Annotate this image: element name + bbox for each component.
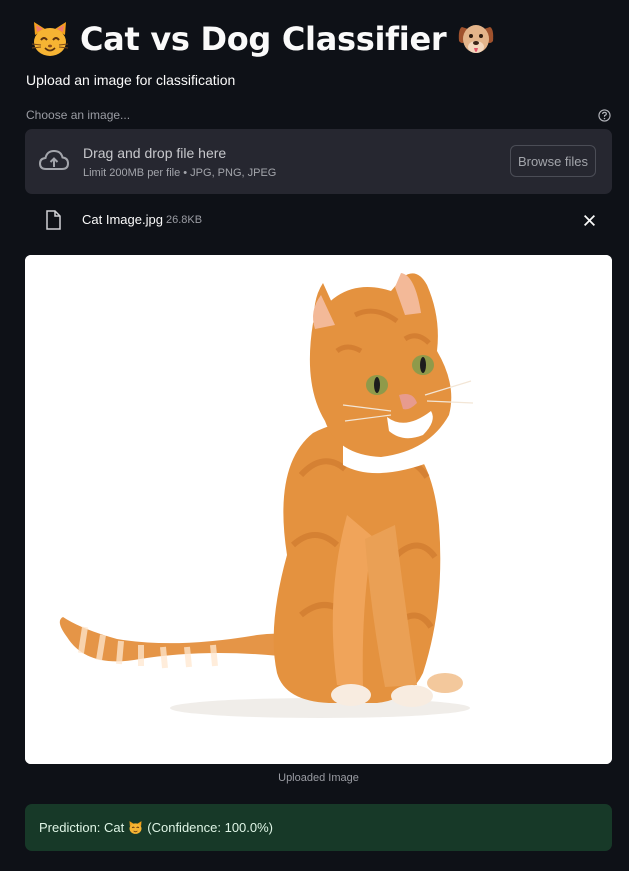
file-dropzone[interactable]: Drag and drop file here Limit 200MB per …	[25, 129, 612, 194]
prediction-label: Prediction: Cat	[39, 820, 125, 835]
cat-face-icon	[31, 22, 69, 56]
prediction-confidence: (Confidence: 100.0%)	[147, 820, 274, 835]
file-uploader-label: Choose an image...	[26, 108, 131, 122]
cloud-upload-icon	[38, 149, 70, 170]
file-icon	[46, 210, 61, 230]
uploaded-image	[25, 255, 612, 764]
dropzone-limit-text: Limit 200MB per file • JPG, PNG, JPEG	[83, 167, 277, 179]
uploaded-file-row: Cat Image.jpg 26.8KB	[25, 205, 612, 235]
cat-face-icon	[129, 821, 142, 834]
file-size: 26.8KB	[166, 214, 203, 226]
page-title: Cat vs Dog Classifier	[30, 14, 496, 64]
dog-face-icon	[459, 25, 494, 53]
close-icon[interactable]	[583, 214, 596, 227]
file-name: Cat Image.jpg	[82, 212, 163, 227]
app-page: Cat vs Dog Classifier Upload an image fo…	[0, 0, 629, 871]
dropzone-instructions: Drag and drop file here	[83, 145, 227, 161]
cat-photo	[25, 255, 612, 764]
subtitle: Upload an image for classification	[26, 72, 236, 88]
page-title-text: Cat vs Dog Classifier	[80, 20, 447, 58]
browse-files-button[interactable]: Browse files	[510, 145, 596, 177]
image-caption: Uploaded Image	[278, 772, 359, 784]
help-icon[interactable]	[598, 109, 611, 122]
prediction-alert: Prediction: Cat (Confidence: 100.0%)	[25, 804, 612, 851]
